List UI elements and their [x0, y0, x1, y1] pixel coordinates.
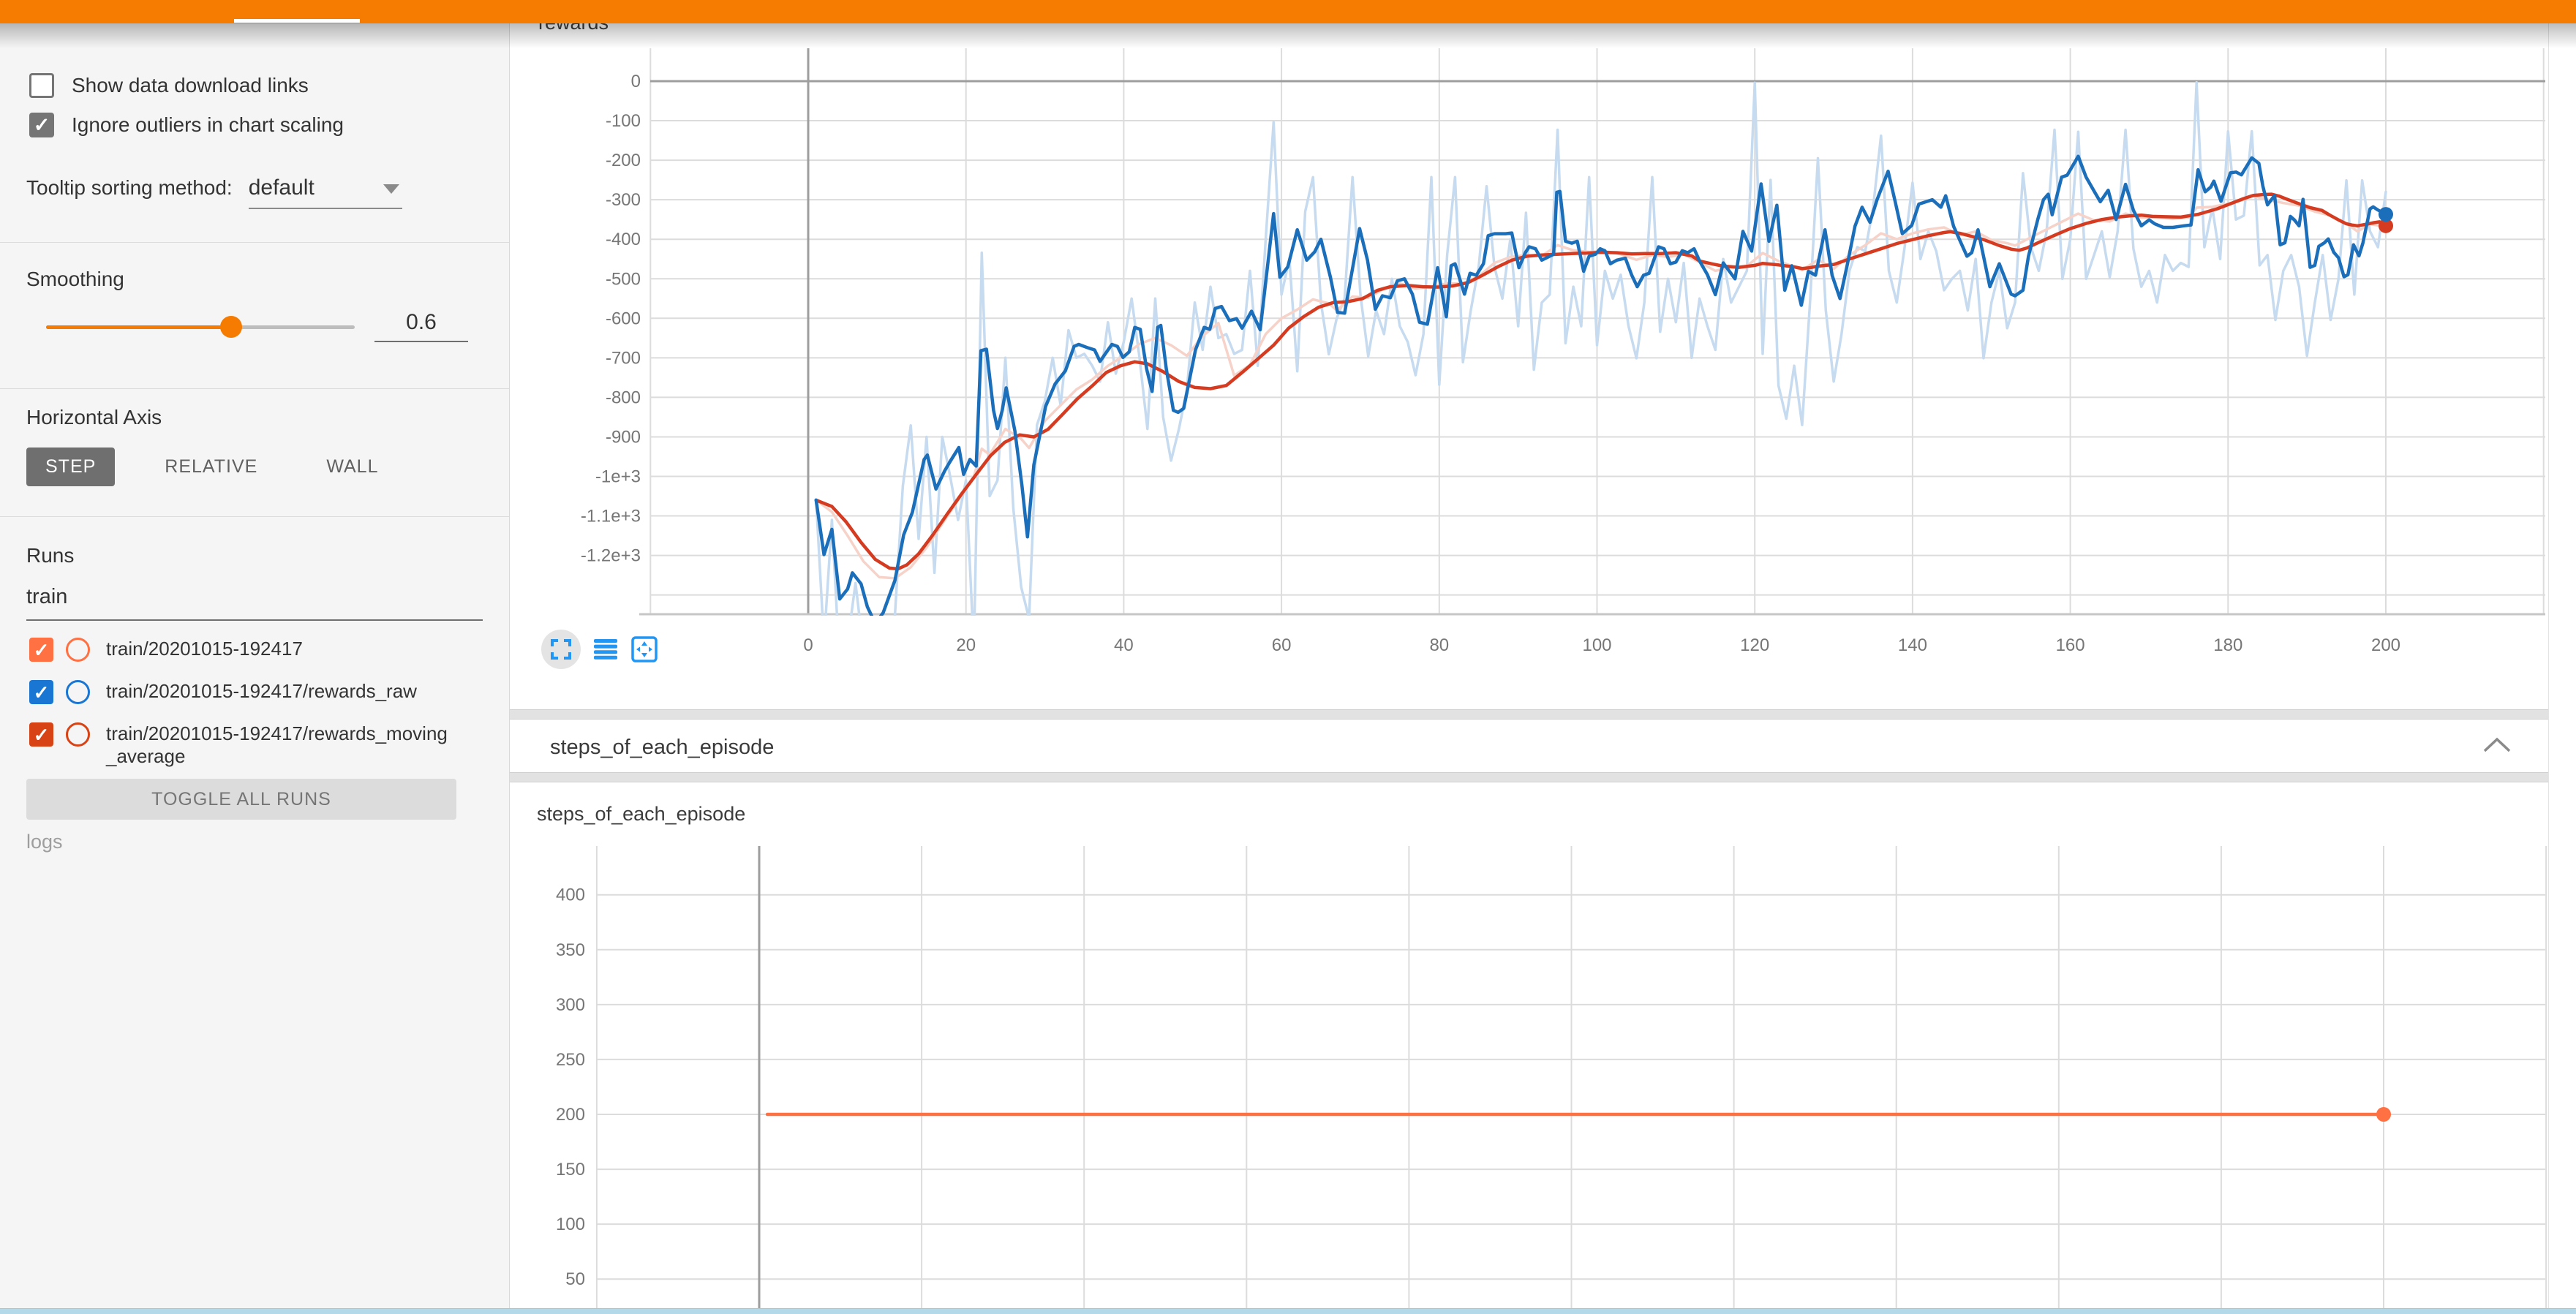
- svg-text:-700: -700: [606, 348, 641, 368]
- smoothing-slider[interactable]: [46, 325, 355, 329]
- svg-text:-400: -400: [606, 230, 641, 249]
- tooltip-sorting-value: default: [249, 175, 315, 200]
- steps-section-title: steps_of_each_episode: [550, 736, 774, 760]
- run-solo-radio[interactable]: [66, 680, 90, 704]
- fit-data-icon: [630, 635, 658, 664]
- divider: [0, 242, 509, 243]
- svg-text:80: 80: [1429, 635, 1449, 655]
- run-name-label: train/20201015-192417: [106, 638, 457, 660]
- expand-icon: [550, 638, 572, 660]
- show-data-download-links-checkbox[interactable]: [29, 73, 54, 98]
- smoothing-slider-thumb[interactable]: [220, 316, 242, 338]
- svg-text:250: 250: [556, 1050, 585, 1070]
- steps-chart-plot[interactable]: 400 350 300 250 200 150 100 50: [509, 826, 2548, 1313]
- svg-text:-1e+3: -1e+3: [595, 467, 641, 487]
- tooltip-sorting-label: Tooltip sorting method:: [26, 176, 233, 200]
- fit-domain-button[interactable]: [630, 635, 658, 664]
- svg-text:200: 200: [2371, 635, 2400, 655]
- svg-text:160: 160: [2056, 635, 2085, 655]
- divider: [0, 516, 509, 517]
- svg-text:-300: -300: [606, 190, 641, 210]
- runs-label: Runs: [26, 544, 74, 567]
- run-visibility-checkbox[interactable]: ✓: [29, 722, 53, 747]
- run-row[interactable]: ✓ train/20201015-192417: [29, 638, 457, 662]
- runs-filter-input[interactable]: [26, 585, 483, 621]
- check-icon: ✓: [34, 116, 50, 135]
- section-gap: [509, 709, 2548, 720]
- tooltip-sorting-row: Tooltip sorting method: default: [26, 175, 402, 209]
- svg-text:140: 140: [1898, 635, 1927, 655]
- active-tab-indicator: [234, 19, 360, 23]
- logs-directory-label: logs: [26, 831, 63, 853]
- svg-text:100: 100: [556, 1215, 585, 1234]
- expand-chart-button[interactable]: [541, 630, 581, 669]
- rewards-chart-plot[interactable]: 0 -100 -200 -300 -400 -500 -600 -700 -800 -900 -1e…: [509, 29, 2548, 681]
- svg-text:300: 300: [556, 995, 585, 1015]
- section-gap: [509, 772, 2548, 782]
- run-solo-radio[interactable]: [66, 638, 90, 662]
- app-header-bar: [0, 0, 2576, 23]
- horizontal-axis-wall-button[interactable]: WALL: [307, 448, 397, 486]
- run-name-label: train/20201015-192417/rewards_moving_ave…: [106, 722, 457, 768]
- divider: [0, 388, 509, 389]
- smoothing-label: Smoothing: [26, 268, 124, 291]
- horizontal-axis-step-button[interactable]: STEP: [26, 448, 115, 486]
- tooltip-sorting-select[interactable]: default: [249, 175, 402, 209]
- smoothing-value-input[interactable]: [374, 310, 468, 342]
- svg-text:350: 350: [556, 940, 585, 960]
- run-row[interactable]: ✓ train/20201015-192417/rewards_raw: [29, 680, 457, 704]
- steps-section-header[interactable]: steps_of_each_episode: [509, 720, 2548, 772]
- svg-text:-200: -200: [606, 151, 641, 170]
- show-data-download-links-row: Show data download links: [29, 73, 309, 98]
- svg-text:0: 0: [631, 72, 641, 91]
- toggle-data-table-button[interactable]: [594, 639, 617, 660]
- svg-text:200: 200: [556, 1105, 585, 1125]
- svg-text:150: 150: [556, 1160, 585, 1179]
- svg-text:180: 180: [2213, 635, 2242, 655]
- svg-text:-100: -100: [606, 111, 641, 131]
- ignore-outliers-checkbox[interactable]: ✓: [29, 113, 54, 137]
- svg-text:400: 400: [556, 886, 585, 905]
- svg-text:40: 40: [1114, 635, 1134, 655]
- collapse-section-button[interactable]: [2481, 736, 2513, 758]
- horizontal-axis-label: Horizontal Axis: [26, 406, 162, 429]
- horizontal-axis-relative-button[interactable]: RELATIVE: [146, 448, 276, 486]
- ignore-outliers-row: ✓ Ignore outliers in chart scaling: [29, 113, 344, 137]
- check-icon: ✓: [34, 683, 50, 702]
- svg-text:100: 100: [1582, 635, 1611, 655]
- run-name-label: train/20201015-192417/rewards_raw: [106, 680, 457, 703]
- svg-text:-600: -600: [606, 309, 641, 328]
- chart-toolbar: [541, 629, 658, 670]
- smoothing-slider-fill: [46, 325, 231, 329]
- check-icon: ✓: [34, 725, 50, 744]
- checkbox-label: Ignore outliers in chart scaling: [72, 113, 344, 137]
- svg-text:20: 20: [956, 635, 976, 655]
- run-visibility-checkbox[interactable]: ✓: [29, 680, 53, 704]
- data-table-icon: [594, 639, 617, 660]
- check-icon: ✓: [34, 641, 50, 660]
- toggle-all-runs-button[interactable]: TOGGLE ALL RUNS: [26, 779, 456, 820]
- chevron-up-icon: [2481, 736, 2513, 755]
- svg-text:-900: -900: [606, 427, 641, 447]
- run-row[interactable]: ✓ train/20201015-192417/rewards_moving_a…: [29, 722, 457, 768]
- chevron-down-icon: [383, 184, 399, 194]
- svg-text:-1.1e+3: -1.1e+3: [581, 507, 641, 526]
- svg-text:50: 50: [565, 1269, 585, 1289]
- svg-text:60: 60: [1272, 635, 1292, 655]
- svg-text:0: 0: [803, 635, 813, 655]
- run-visibility-checkbox[interactable]: ✓: [29, 638, 53, 662]
- horizontal-axis-button-group: STEP RELATIVE WALL: [26, 448, 428, 486]
- scrollbar-gutter[interactable]: [2548, 23, 2576, 1308]
- svg-text:-800: -800: [606, 388, 641, 407]
- svg-text:120: 120: [1740, 635, 1769, 655]
- steps-chart-title: steps_of_each_episode: [537, 803, 745, 826]
- tensorboard-app: Show data download links ✓ Ignore outlie…: [0, 0, 2576, 1313]
- svg-text:-500: -500: [606, 269, 641, 289]
- checkbox-label: Show data download links: [72, 74, 309, 97]
- run-solo-radio[interactable]: [66, 722, 90, 747]
- settings-sidebar: Show data download links ✓ Ignore outlie…: [0, 23, 510, 1308]
- svg-text:-1.2e+3: -1.2e+3: [581, 546, 641, 566]
